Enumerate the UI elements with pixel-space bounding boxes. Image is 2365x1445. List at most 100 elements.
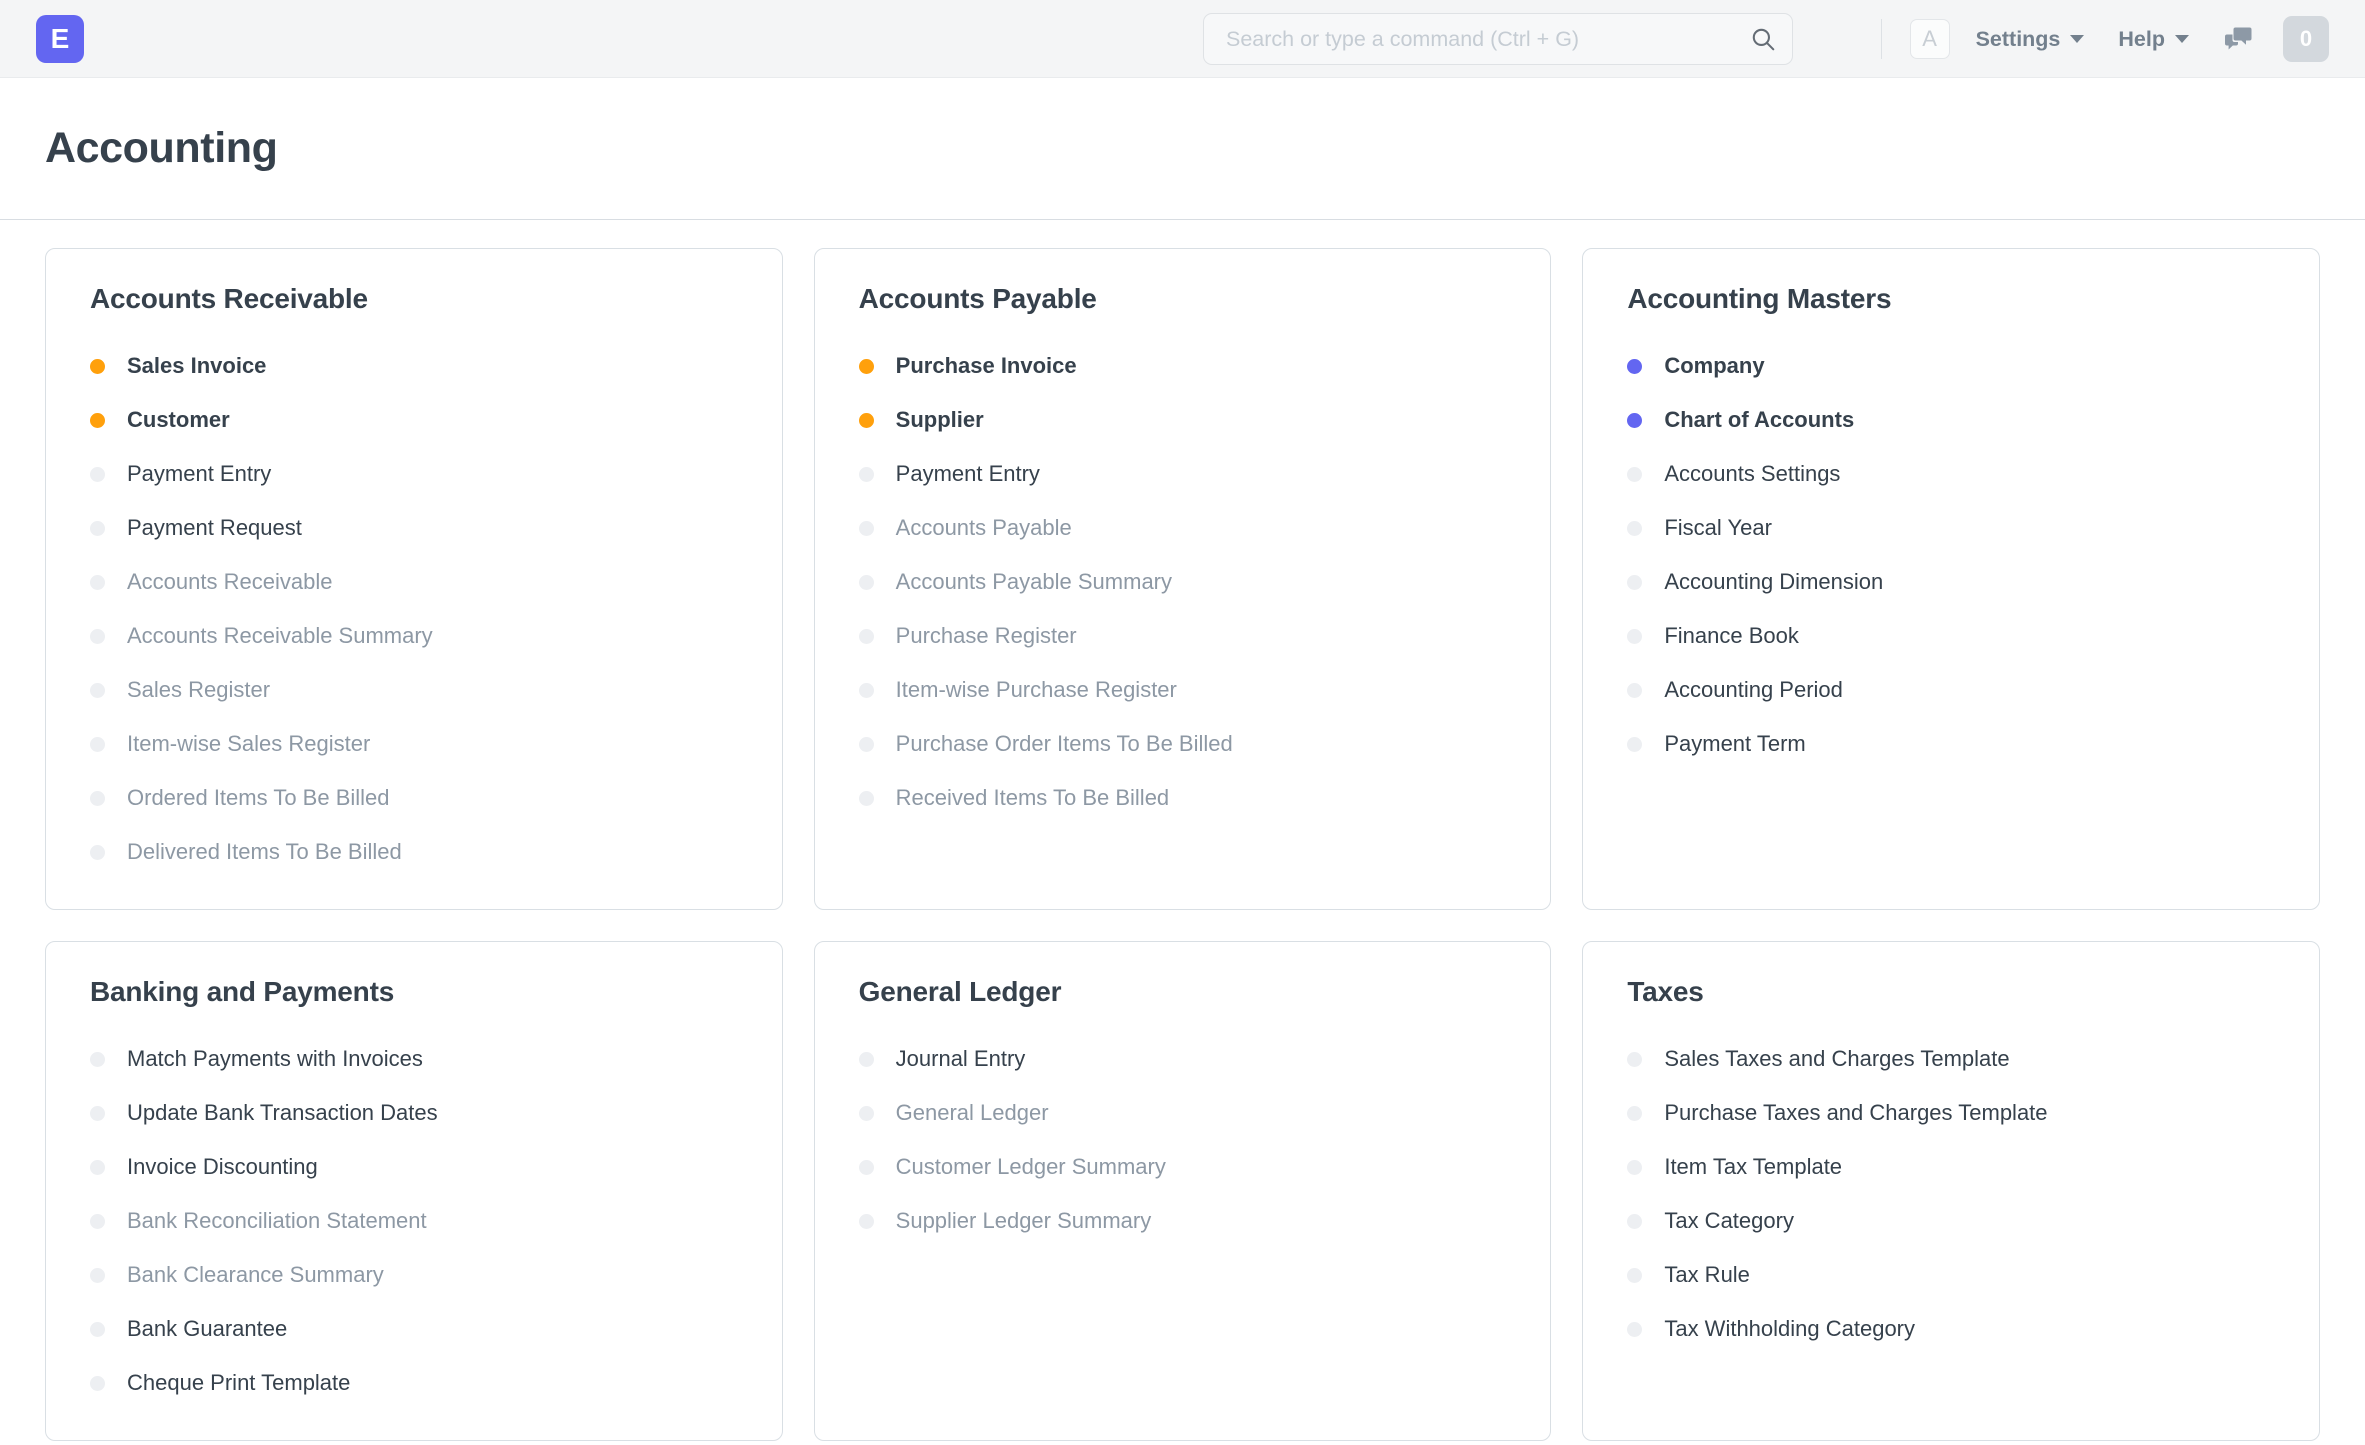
card-link-item[interactable]: Accounts Settings <box>1583 447 2319 501</box>
search-input[interactable] <box>1226 27 1750 52</box>
status-dot-icon <box>859 521 874 536</box>
card-link-item[interactable]: Payment Request <box>46 501 782 555</box>
card-link-item[interactable]: Match Payments with Invoices <box>46 1032 782 1086</box>
page-title: Accounting <box>45 124 277 173</box>
card-link-item[interactable]: Payment Entry <box>46 447 782 501</box>
card-link-item[interactable]: Customer Ledger Summary <box>815 1140 1551 1194</box>
card-link-item[interactable]: Sales Invoice <box>46 339 782 393</box>
top-navbar: E A Settings Help 0 <box>0 0 2365 78</box>
status-dot-icon <box>90 575 105 590</box>
card-link-item[interactable]: Received Items To Be Billed <box>815 771 1551 825</box>
workspace-card: Banking and Payments Match Payments with … <box>45 941 783 1441</box>
card-link-item[interactable]: Delivered Items To Be Billed <box>46 825 782 879</box>
card-link-label: Purchase Order Items To Be Billed <box>896 731 1233 757</box>
help-menu[interactable]: Help <box>2118 27 2189 52</box>
card-link-item[interactable]: Sales Taxes and Charges Template <box>1583 1032 2319 1086</box>
card-link-item[interactable]: Bank Clearance Summary <box>46 1248 782 1302</box>
card-link-item[interactable]: Item-wise Purchase Register <box>815 663 1551 717</box>
card-link-label: Tax Category <box>1664 1208 1794 1234</box>
card-link-label: Accounts Receivable Summary <box>127 623 433 649</box>
search-box[interactable] <box>1203 13 1793 65</box>
card-link-item[interactable]: Accounts Payable <box>815 501 1551 555</box>
notification-count-badge[interactable]: 0 <box>2283 16 2329 62</box>
card-link-item[interactable]: Purchase Taxes and Charges Template <box>1583 1086 2319 1140</box>
card-link-item[interactable]: Purchase Order Items To Be Billed <box>815 717 1551 771</box>
card-link-item[interactable]: Accounts Receivable Summary <box>46 609 782 663</box>
status-dot-icon <box>90 737 105 752</box>
card-link-item[interactable]: Bank Guarantee <box>46 1302 782 1356</box>
card-link-item[interactable]: Accounts Receivable <box>46 555 782 609</box>
status-dot-icon <box>90 359 105 374</box>
settings-label: Settings <box>1976 27 2061 52</box>
settings-menu[interactable]: Settings <box>1976 27 2085 52</box>
card-link-label: Purchase Register <box>896 623 1077 649</box>
status-dot-icon <box>1627 629 1642 644</box>
card-link-item[interactable]: Tax Withholding Category <box>1583 1302 2319 1356</box>
card-link-label: Payment Term <box>1664 731 1805 757</box>
card-link-label: General Ledger <box>896 1100 1049 1126</box>
card-link-item[interactable]: Company <box>1583 339 2319 393</box>
status-dot-icon <box>90 1214 105 1229</box>
card-link-item[interactable]: Customer <box>46 393 782 447</box>
status-dot-icon <box>859 1160 874 1175</box>
card-link-item[interactable]: Accounts Payable Summary <box>815 555 1551 609</box>
card-link-item[interactable]: Ordered Items To Be Billed <box>46 771 782 825</box>
card-link-label: Payment Entry <box>896 461 1040 487</box>
card-title: Banking and Payments <box>46 976 782 1008</box>
card-link-item[interactable]: Accounting Period <box>1583 663 2319 717</box>
card-link-item[interactable]: Fiscal Year <box>1583 501 2319 555</box>
card-link-item[interactable]: Purchase Invoice <box>815 339 1551 393</box>
card-link-item[interactable]: Tax Rule <box>1583 1248 2319 1302</box>
card-link-item[interactable]: Supplier <box>815 393 1551 447</box>
workspace-card: General LedgerJournal Entry General Ledge… <box>814 941 1552 1441</box>
card-link-list: Sales Taxes and Charges TemplatePurchase… <box>1583 1032 2319 1356</box>
status-dot-icon <box>859 1052 874 1067</box>
app-logo[interactable]: E <box>36 15 84 63</box>
card-link-item[interactable]: Cheque Print Template <box>46 1356 782 1410</box>
status-dot-icon <box>1627 1052 1642 1067</box>
card-link-item[interactable]: Sales Register <box>46 663 782 717</box>
card-link-list: Journal Entry General Ledger Customer Ledg… <box>815 1032 1551 1248</box>
card-link-label: Cheque Print Template <box>127 1370 350 1396</box>
card-link-item[interactable]: Tax Category <box>1583 1194 2319 1248</box>
status-dot-icon <box>90 521 105 536</box>
card-link-item[interactable]: Supplier Ledger Summary <box>815 1194 1551 1248</box>
card-link-label: Sales Invoice <box>127 353 266 379</box>
card-link-item[interactable]: General Ledger <box>815 1086 1551 1140</box>
card-link-item[interactable]: Item Tax Template <box>1583 1140 2319 1194</box>
chat-bubbles-icon[interactable] <box>2223 24 2253 54</box>
status-dot-icon <box>90 629 105 644</box>
card-link-label: Accounting Period <box>1664 677 1843 703</box>
card-link-label: Accounts Receivable <box>127 569 332 595</box>
card-link-list: Match Payments with Invoices Update Bank … <box>46 1032 782 1410</box>
status-dot-icon <box>1627 1160 1642 1175</box>
workspace-card: Accounts Receivable Sales Invoice Customer… <box>45 248 783 910</box>
card-link-label: Accounting Dimension <box>1664 569 1883 595</box>
card-link-item[interactable]: Chart of Accounts <box>1583 393 2319 447</box>
card-link-item[interactable]: Invoice Discounting <box>46 1140 782 1194</box>
card-title: Accounts Receivable <box>46 283 782 315</box>
card-title: Accounts Payable <box>815 283 1551 315</box>
card-link-item[interactable]: Accounting Dimension <box>1583 555 2319 609</box>
card-link-label: Item-wise Purchase Register <box>896 677 1177 703</box>
avatar[interactable]: A <box>1910 19 1950 59</box>
card-link-item[interactable]: Finance Book <box>1583 609 2319 663</box>
status-dot-icon <box>1627 359 1642 374</box>
status-dot-icon <box>859 1106 874 1121</box>
card-link-label: Accounts Payable <box>896 515 1072 541</box>
card-link-item[interactable]: Update Bank Transaction Dates <box>46 1086 782 1140</box>
status-dot-icon <box>859 683 874 698</box>
card-link-item[interactable]: Payment Term <box>1583 717 2319 771</box>
card-link-item[interactable]: Bank Reconciliation Statement <box>46 1194 782 1248</box>
card-link-label: Update Bank Transaction Dates <box>127 1100 438 1126</box>
card-link-label: Item-wise Sales Register <box>127 731 370 757</box>
card-link-item[interactable]: Item-wise Sales Register <box>46 717 782 771</box>
card-link-item[interactable]: Purchase Register <box>815 609 1551 663</box>
chevron-down-icon <box>2070 35 2084 43</box>
status-dot-icon <box>859 467 874 482</box>
card-title: Taxes <box>1583 976 2319 1008</box>
card-link-label: Accounts Settings <box>1664 461 1840 487</box>
card-link-list: Sales Invoice CustomerPayment EntryPaymen… <box>46 339 782 879</box>
card-link-item[interactable]: Payment Entry <box>815 447 1551 501</box>
card-link-item[interactable]: Journal Entry <box>815 1032 1551 1086</box>
